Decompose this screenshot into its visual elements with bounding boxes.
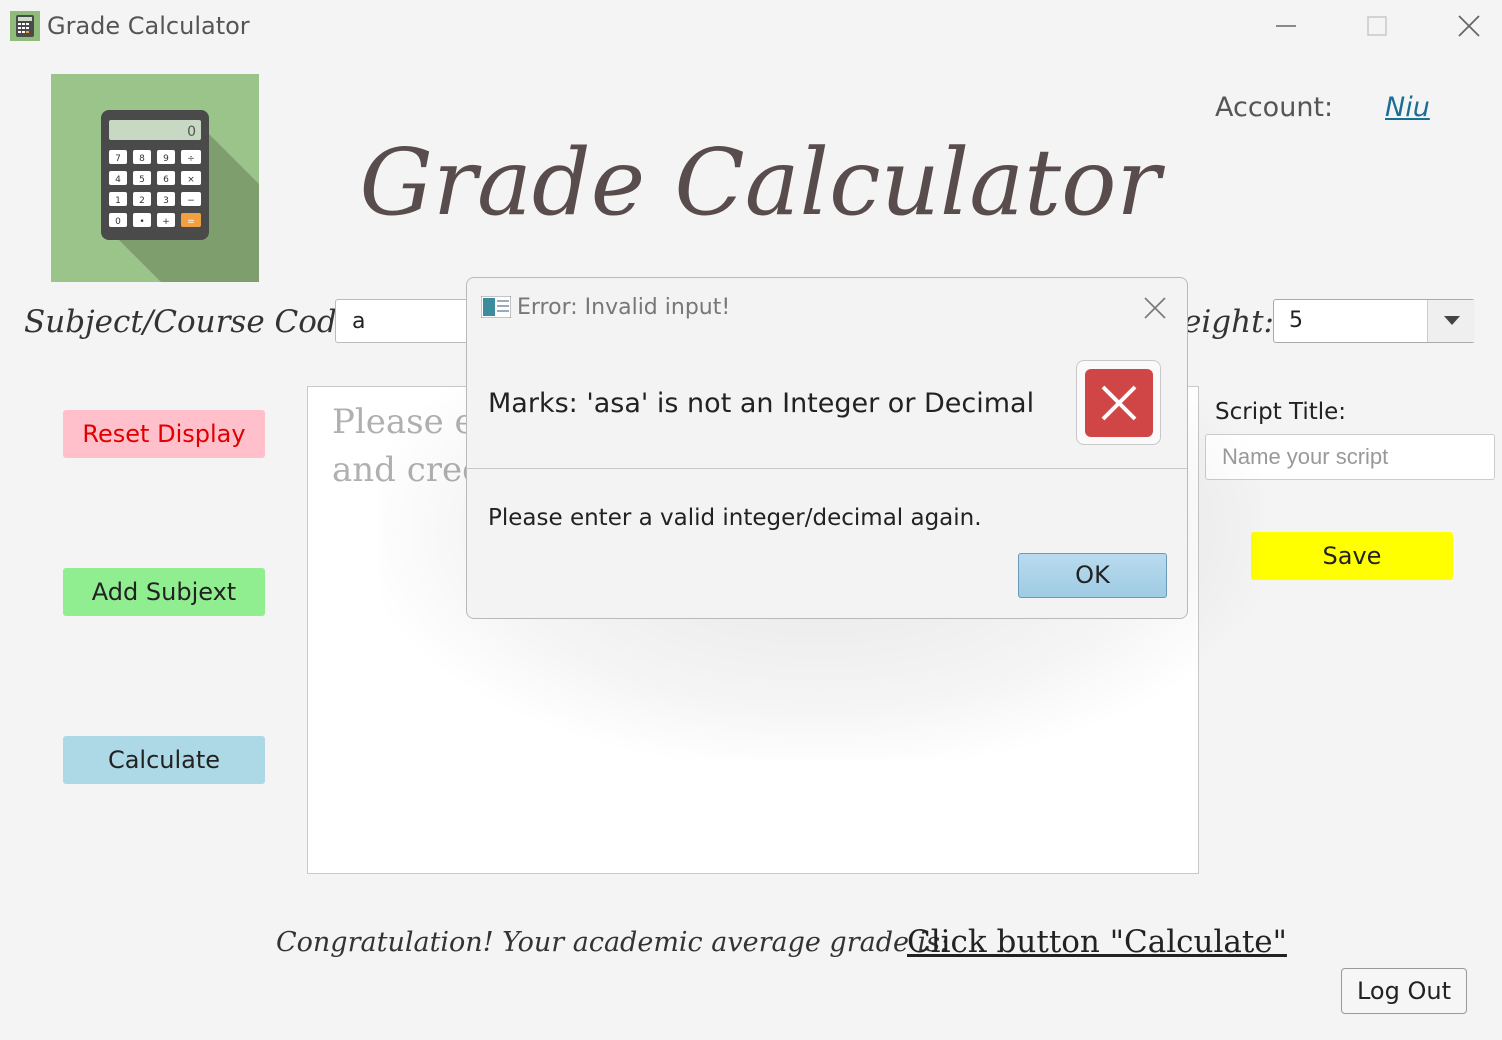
maximize-icon[interactable]: [1354, 8, 1400, 44]
svg-text:0: 0: [187, 124, 196, 140]
svg-text:5: 5: [139, 175, 145, 185]
calculator-logo-icon: 0 7 8 9 ÷ 4 5 6 × 1 2 3 − 0 • + =: [51, 74, 259, 282]
svg-text:2: 2: [139, 196, 145, 206]
svg-text:1: 1: [115, 196, 121, 206]
svg-text:×: ×: [187, 175, 195, 185]
svg-text:7: 7: [115, 154, 121, 164]
window-title: Grade Calculator: [47, 12, 250, 40]
logout-button[interactable]: Log Out: [1341, 968, 1467, 1014]
svg-text:=: =: [187, 217, 195, 227]
svg-text:9: 9: [163, 154, 169, 164]
svg-text:6: 6: [163, 175, 169, 185]
dialog-separator: [467, 468, 1187, 469]
reset-display-button[interactable]: Reset Display: [63, 410, 265, 458]
dialog-header-text: Marks: 'asa' is not an Integer or Decima…: [488, 388, 1035, 419]
close-icon[interactable]: [1446, 8, 1492, 44]
calculate-button[interactable]: Calculate: [63, 736, 265, 784]
congrats-text: Congratulation! Your academic average gr…: [276, 927, 950, 958]
app-calculator-icon: [10, 11, 40, 41]
svg-text:+: +: [162, 217, 170, 227]
svg-text:•: •: [139, 217, 144, 227]
svg-text:÷: ÷: [187, 154, 195, 164]
account-label: Account:: [1215, 92, 1334, 123]
ok-button[interactable]: OK: [1018, 553, 1167, 598]
save-button[interactable]: Save: [1251, 532, 1453, 580]
error-dialog: Error: Invalid input! Marks: 'asa' is no…: [466, 277, 1188, 619]
average-grade-result: Click button "Calculate": [907, 924, 1287, 960]
page-title: Grade Calculator: [359, 129, 1161, 236]
chevron-down-icon[interactable]: [1427, 300, 1475, 342]
svg-text:4: 4: [115, 175, 121, 185]
error-x-icon: [1076, 360, 1161, 445]
weight-value: 5: [1289, 308, 1303, 333]
svg-text:3: 3: [163, 196, 169, 206]
account-link[interactable]: Niu: [1385, 90, 1430, 126]
dialog-content-text: Please enter a valid integer/decimal aga…: [488, 505, 982, 531]
svg-text:−: −: [187, 196, 195, 206]
dialog-window-icon: [480, 295, 512, 319]
subject-code-label: Subject/Course Code:: [24, 304, 366, 340]
dialog-close-icon[interactable]: [1137, 290, 1173, 326]
minimize-icon[interactable]: [1263, 8, 1309, 44]
add-subject-button[interactable]: Add Subjext: [63, 568, 265, 616]
dialog-title: Error: Invalid input!: [517, 295, 731, 320]
svg-text:8: 8: [139, 154, 145, 164]
svg-text:0: 0: [115, 217, 121, 227]
